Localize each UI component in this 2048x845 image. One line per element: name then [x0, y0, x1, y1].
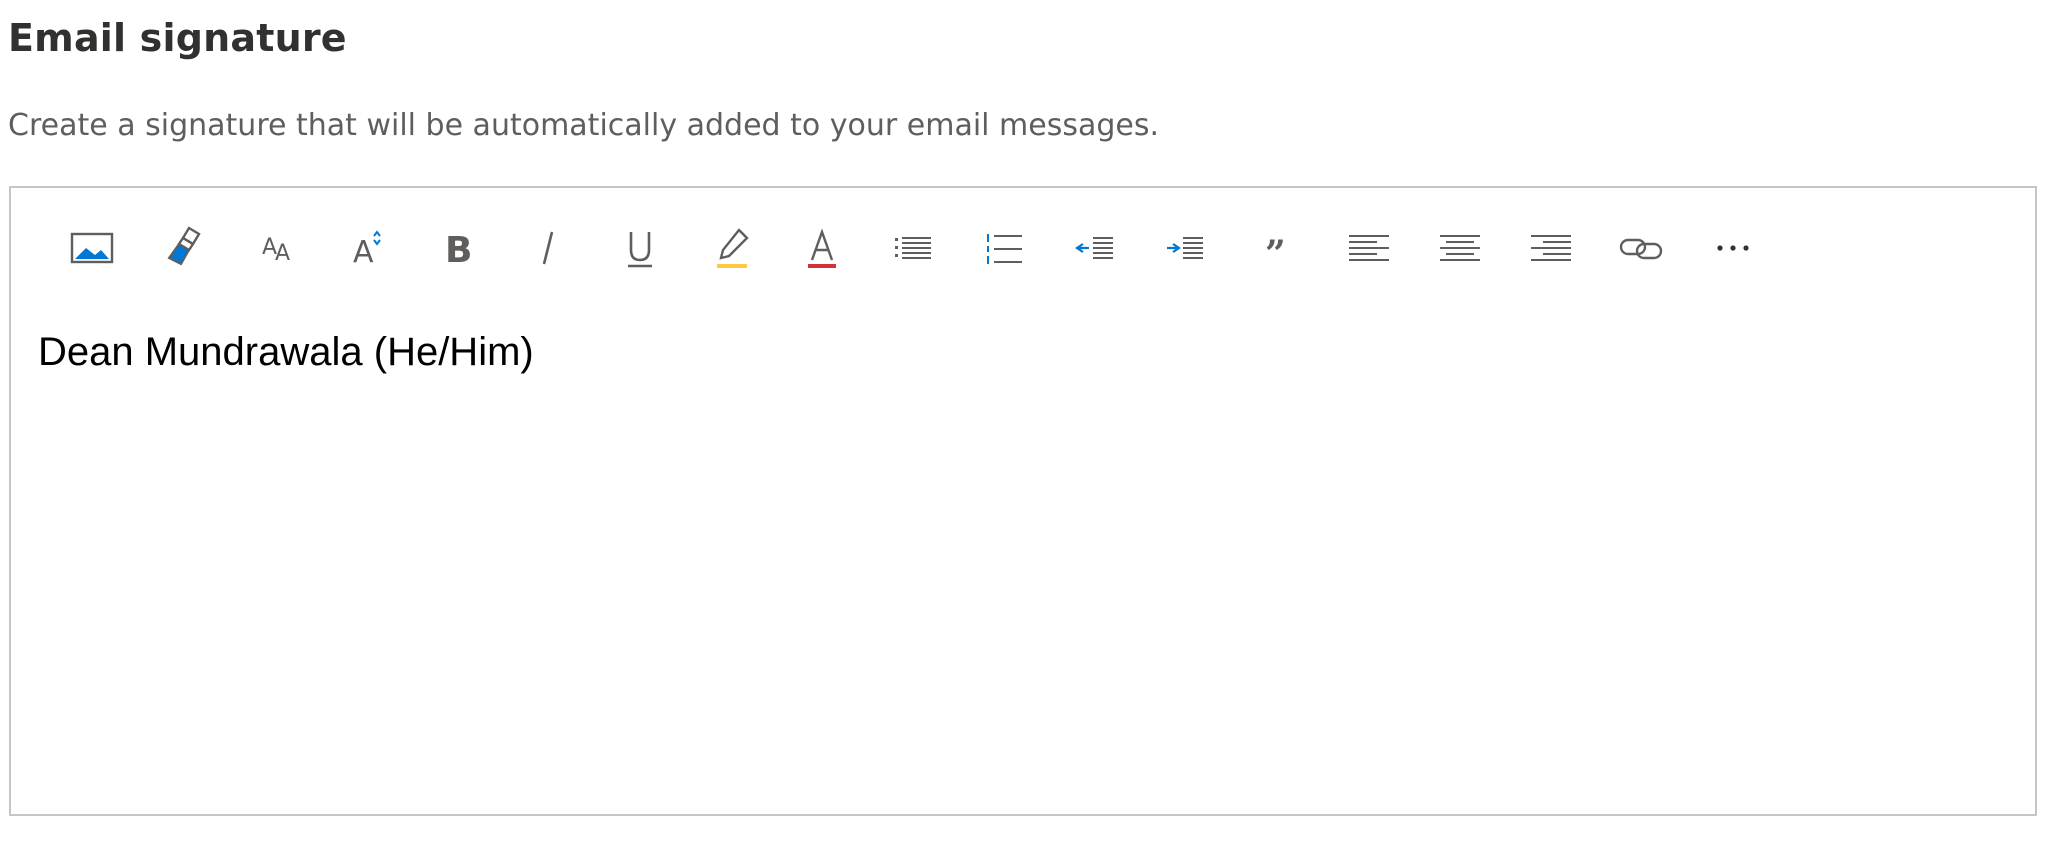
- svg-text:A: A: [353, 235, 374, 270]
- signature-text: Dean Mundrawala (He/Him): [38, 330, 534, 374]
- align-left-button[interactable]: [1335, 214, 1403, 282]
- insert-picture-icon: [70, 232, 114, 264]
- numbering-icon: [987, 234, 1022, 264]
- format-painter-button[interactable]: [151, 214, 219, 282]
- align-center-icon: [1440, 235, 1480, 261]
- align-center-button[interactable]: [1426, 214, 1494, 282]
- align-left-icon: [1349, 235, 1389, 261]
- svg-text:B: B: [445, 230, 472, 271]
- font-color-button[interactable]: [788, 214, 856, 282]
- font-size-button[interactable]: A: [333, 214, 401, 282]
- italic-icon: [542, 231, 554, 265]
- highlight-button[interactable]: [697, 214, 765, 282]
- increase-indent-button[interactable]: [1151, 214, 1219, 282]
- numbering-button[interactable]: [970, 214, 1038, 282]
- align-right-icon: [1531, 235, 1571, 261]
- bold-button[interactable]: B: [422, 214, 490, 282]
- align-right-button[interactable]: [1517, 214, 1585, 282]
- font-icon: A A: [262, 235, 290, 266]
- quote-button[interactable]: ”: [1242, 214, 1310, 282]
- more-options-icon: [1717, 245, 1749, 251]
- email-signature-settings: Email signature Create a signature that …: [0, 0, 2048, 845]
- quote-icon: ”: [1265, 233, 1286, 275]
- decrease-indent-button[interactable]: [1061, 214, 1129, 282]
- svg-text:A: A: [275, 241, 290, 266]
- bullets-button[interactable]: [879, 214, 947, 282]
- underline-button[interactable]: [606, 214, 674, 282]
- italic-button[interactable]: [514, 214, 582, 282]
- insert-link-button[interactable]: [1607, 214, 1675, 282]
- underline-icon: [628, 232, 652, 268]
- signature-text-area[interactable]: Dean Mundrawala (He/Him): [38, 330, 1998, 790]
- format-painter-icon: [167, 226, 201, 266]
- link-icon: [1619, 238, 1663, 260]
- bullets-icon: [895, 237, 931, 259]
- formatting-toolbar: A A A B ”: [11, 188, 2035, 308]
- bold-icon: B: [445, 230, 472, 271]
- decrease-indent-icon: [1075, 237, 1113, 259]
- font-size-icon: A: [353, 230, 381, 270]
- svg-text:”: ”: [1265, 233, 1286, 275]
- section-description: Create a signature that will be automati…: [8, 108, 1160, 143]
- insert-picture-button[interactable]: [58, 214, 126, 282]
- font-color-icon: [808, 228, 836, 268]
- section-title: Email signature: [8, 16, 347, 60]
- font-button[interactable]: A A: [242, 214, 310, 282]
- signature-editor[interactable]: A A A B ” Dean Mundrawala (He/Him): [9, 186, 2037, 816]
- more-options-button[interactable]: [1699, 214, 1767, 282]
- highlight-icon: [717, 228, 749, 268]
- increase-indent-icon: [1167, 237, 1203, 259]
